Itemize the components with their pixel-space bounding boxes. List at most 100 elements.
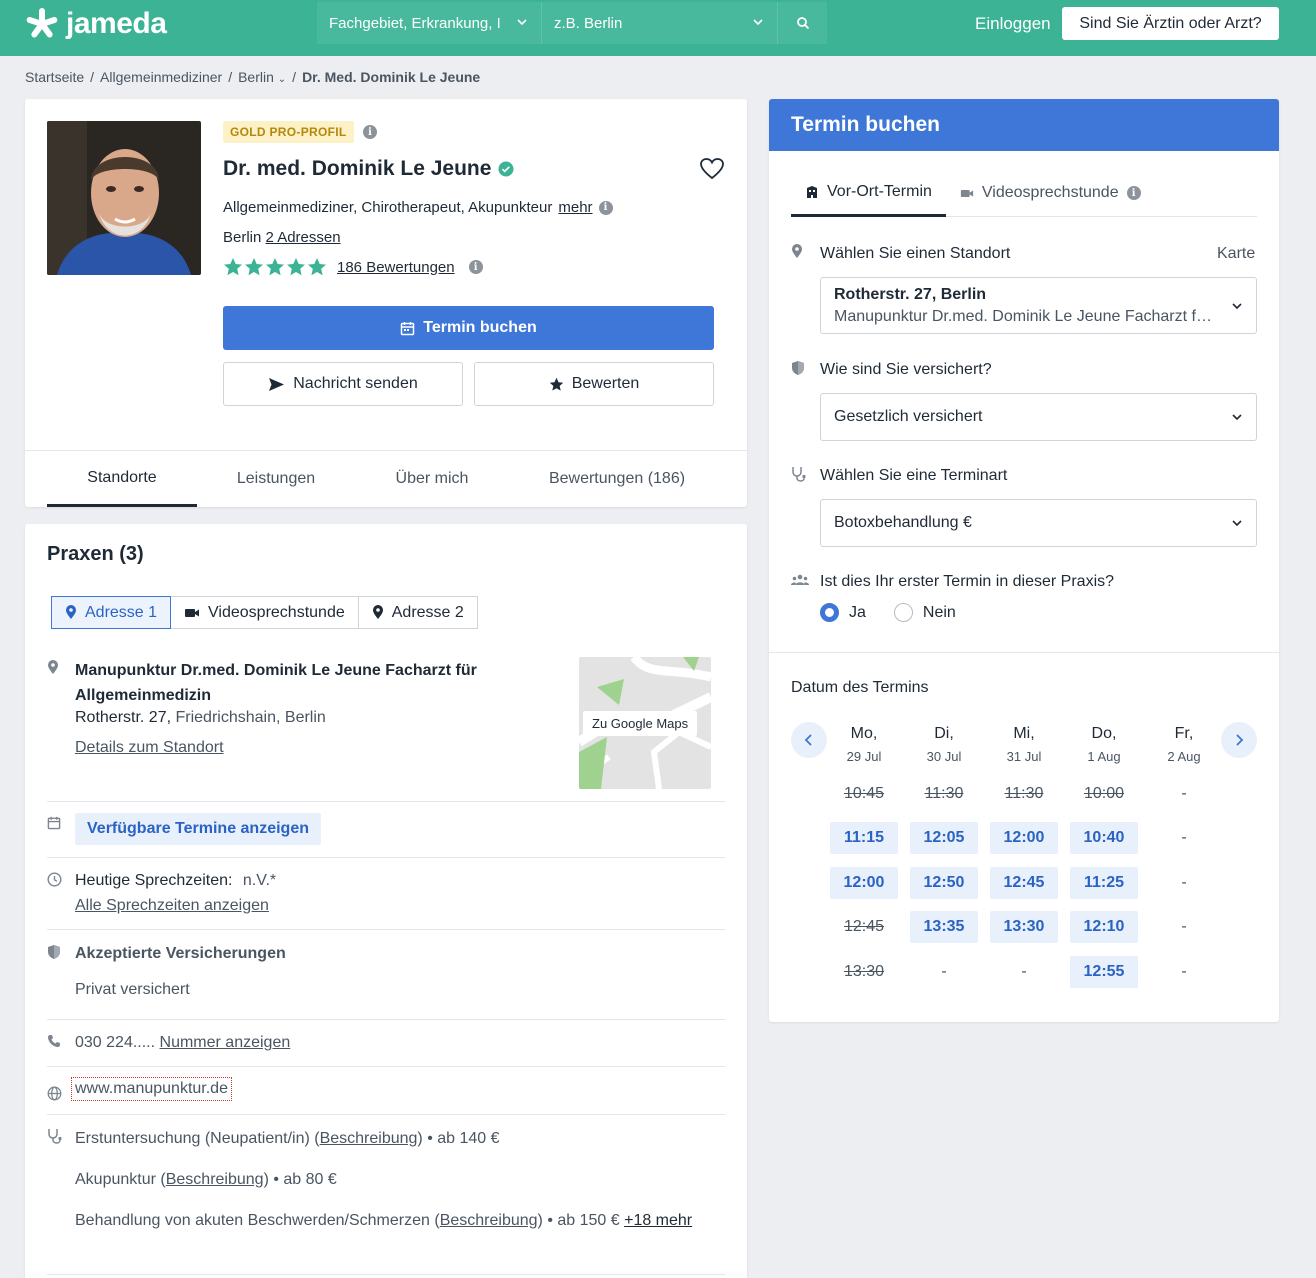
info-icon[interactable]: i xyxy=(468,260,483,274)
favorite-heart-icon[interactable] xyxy=(699,157,725,181)
tab-bewertungen[interactable]: Bewertungen (186) xyxy=(509,451,725,507)
breadcrumb-separator: / xyxy=(292,69,297,85)
location-details-link[interactable]: Details zum Standort xyxy=(75,739,224,757)
service-description-link[interactable]: Beschreibung xyxy=(166,1171,264,1188)
time-slot-available[interactable]: 12:00 xyxy=(830,867,898,899)
info-icon[interactable]: i xyxy=(1126,186,1141,200)
address-tab-video[interactable]: Videosprechstunde xyxy=(170,596,359,629)
info-icon[interactable]: i xyxy=(598,200,613,215)
show-number-link[interactable]: Nummer anzeigen xyxy=(160,1034,291,1051)
stethoscope-icon xyxy=(792,467,806,482)
more-specialties-link[interactable]: mehr xyxy=(558,199,592,216)
tab-leistungen[interactable]: Leistungen xyxy=(197,451,355,507)
appointment-type-label: Wählen Sie eine Terminart xyxy=(820,467,1008,484)
time-slot-available[interactable]: 13:35 xyxy=(910,911,978,943)
available-appointments-button[interactable]: Verfügbare Termine anzeigen xyxy=(75,813,321,845)
login-link[interactable]: Einloggen xyxy=(975,14,1051,34)
send-message-button[interactable]: Nachricht senden xyxy=(223,362,463,406)
calendar-day-header: Mo, 29 Jul xyxy=(830,725,898,764)
reviews-link[interactable]: 186 Bewertungen xyxy=(337,259,455,276)
time-slot-available[interactable]: 11:15 xyxy=(830,822,898,854)
shield-icon xyxy=(792,361,804,375)
divider xyxy=(47,801,725,802)
tab-standorte[interactable]: Standorte xyxy=(47,451,197,507)
location-search-input[interactable]: z.B. Berlin xyxy=(541,2,777,44)
send-icon xyxy=(269,377,285,391)
location-label: Wählen Sie einen Standort xyxy=(820,245,1011,262)
breadcrumb-item-specialty[interactable]: Allgemeinmediziner xyxy=(100,69,222,85)
specialty-search-input[interactable]: Fachgebiet, Erkrankung, I xyxy=(317,2,541,44)
time-slot-available[interactable]: 12:45 xyxy=(990,867,1058,899)
service-description-link[interactable]: Beschreibung xyxy=(440,1212,538,1229)
service-name: Behandlung von akuten Beschwerden/Schmer… xyxy=(75,1212,430,1229)
star-icon xyxy=(287,258,305,276)
time-slot-booked: 13:30 xyxy=(843,963,885,980)
time-slot-available[interactable]: 10:40 xyxy=(1070,822,1138,854)
service-item: Erstuntersuchung (Neupatient/in) (Beschr… xyxy=(75,1130,500,1147)
practice-district: Friedrichshain, xyxy=(175,709,281,726)
addresses-link[interactable]: 2 Adressen xyxy=(266,229,341,246)
time-slot-available[interactable]: 12:50 xyxy=(910,867,978,899)
rate-label: Bewerten xyxy=(571,375,640,392)
map-thumbnail[interactable]: Zu Google Maps xyxy=(579,657,711,789)
insurance-select[interactable]: Gesetzlich versichert xyxy=(820,393,1257,441)
breadcrumb-item-city[interactable]: Berlin ⌄ xyxy=(238,69,286,85)
doctor-cta-button[interactable]: Sind Sie Ärztin oder Arzt? xyxy=(1062,7,1279,40)
tab-video-consultation[interactable]: Videosprechstunde i xyxy=(946,169,1155,217)
divider xyxy=(47,1274,725,1275)
tab-onsite-appointment[interactable]: Vor-Ort-Termin xyxy=(791,169,946,217)
profile-card: GOLD PRO-PROFIL i Dr. med. Dominik Le Je… xyxy=(25,99,747,507)
appointment-type-value: Botoxbehandlung € xyxy=(834,514,972,531)
time-slot-available[interactable]: 12:10 xyxy=(1070,911,1138,943)
logo-text: jameda xyxy=(66,7,167,40)
tab-ueber-mich[interactable]: Über mich xyxy=(355,451,509,507)
radio-yes-label: Ja xyxy=(849,603,866,621)
time-slot-available[interactable]: 12:00 xyxy=(990,822,1058,854)
divider xyxy=(47,1066,725,1067)
logo-icon xyxy=(26,8,58,38)
all-hours-link[interactable]: Alle Sprechzeiten anzeigen xyxy=(75,897,269,915)
chevron-down-icon: ⌄ xyxy=(277,74,287,85)
address-tab-1[interactable]: Adresse 1 xyxy=(51,596,172,629)
info-icon[interactable]: i xyxy=(363,125,377,139)
gold-pro-badge: GOLD PRO-PROFIL xyxy=(223,121,354,143)
address-tab-2[interactable]: Adresse 2 xyxy=(357,596,478,629)
top-bar: jameda Fachgebiet, Erkrankung, I z.B. Be… xyxy=(0,0,1316,56)
search-button[interactable] xyxy=(777,2,827,44)
phone-row: 030 224..... Nummer anzeigen xyxy=(75,1034,290,1052)
time-slot-available[interactable]: 11:25 xyxy=(1070,867,1138,899)
map-link[interactable]: Karte xyxy=(1217,245,1255,263)
location-select[interactable]: Rotherstr. 27, Berlin Manupunktur Dr.med… xyxy=(820,277,1257,334)
website-link[interactable]: www.manupunktur.de xyxy=(71,1077,232,1101)
time-slot-available[interactable]: 12:05 xyxy=(910,822,978,854)
breadcrumb-item-home[interactable]: Startseite xyxy=(25,69,84,85)
practices-title: Praxen (3) xyxy=(47,543,144,565)
star-icon xyxy=(308,258,326,276)
chevron-down-icon xyxy=(1232,414,1242,421)
service-item: Behandlung von akuten Beschwerden/Schmer… xyxy=(75,1212,693,1229)
calendar-day-date: 29 Jul xyxy=(846,749,882,764)
service-price: • ab 150 € xyxy=(547,1212,620,1229)
jameda-logo[interactable]: jameda xyxy=(24,6,167,42)
rate-button[interactable]: Bewerten xyxy=(474,362,714,406)
address-tabs: Adresse 1 Videosprechstunde Adresse 2 xyxy=(51,596,478,629)
book-appointment-button[interactable]: Termin buchen xyxy=(223,306,714,350)
time-slot-available[interactable]: 12:55 xyxy=(1070,956,1138,988)
google-maps-button[interactable]: Zu Google Maps xyxy=(583,711,698,736)
divider xyxy=(47,1019,725,1020)
next-week-button[interactable] xyxy=(1221,722,1257,758)
date-label: Datum des Termins xyxy=(791,679,929,696)
location-search-placeholder: z.B. Berlin xyxy=(554,14,623,32)
service-description-link[interactable]: Beschreibung xyxy=(320,1130,418,1147)
radio-no[interactable] xyxy=(893,603,913,622)
calendar-day-date: 31 Jul xyxy=(1006,749,1042,764)
appointment-type-select[interactable]: Botoxbehandlung € xyxy=(820,499,1257,547)
phone-icon xyxy=(48,1035,60,1047)
radio-yes[interactable] xyxy=(820,603,839,622)
previous-week-button[interactable] xyxy=(791,722,827,758)
time-slot-available[interactable]: 13:30 xyxy=(990,911,1058,943)
more-services-link[interactable]: +18 mehr xyxy=(624,1212,692,1229)
doctor-photo xyxy=(47,121,201,275)
first-appointment-question: Ist dies Ihr erster Termin in dieser Pra… xyxy=(820,573,1115,590)
phone-number: 030 224..... xyxy=(75,1034,156,1051)
